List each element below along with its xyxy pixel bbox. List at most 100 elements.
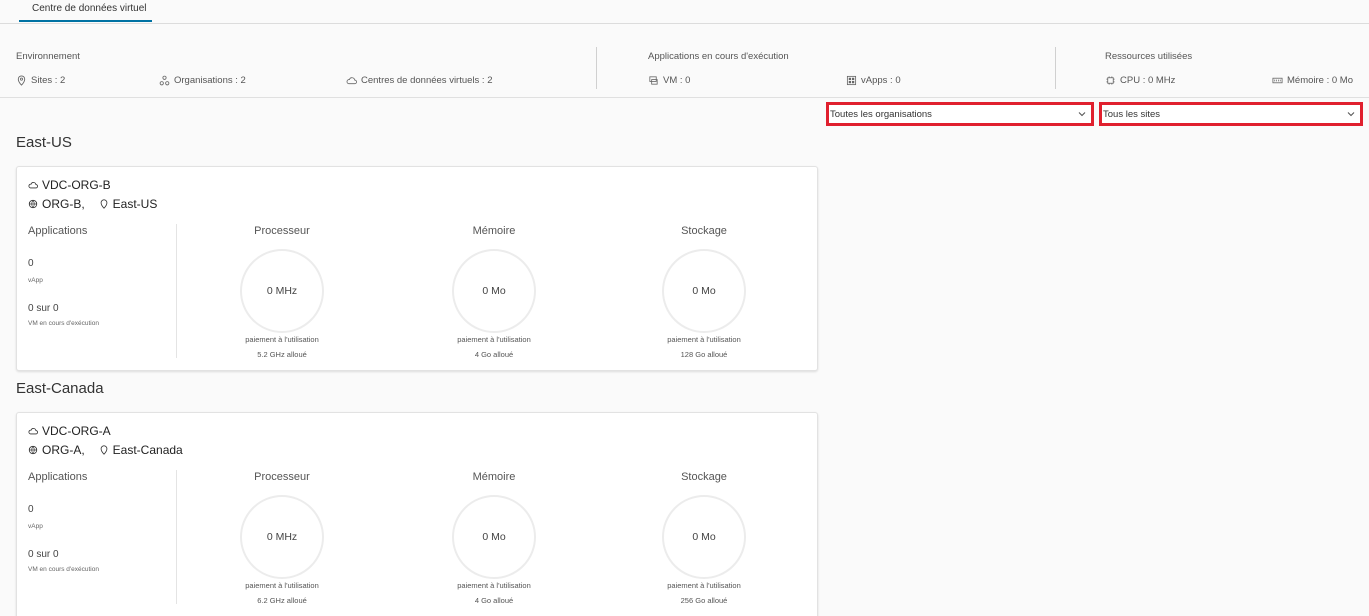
memory-usage: Mémoire : 0 Mo xyxy=(1272,75,1353,86)
memory-label: Mémoire : 0 Mo xyxy=(1287,75,1353,86)
memory-metric: Mémoire 0 Mo paiement à l'utilisation 4 … xyxy=(424,471,564,605)
vdc-name[interactable]: VDC-ORG-B xyxy=(28,178,111,192)
vapp-count: 0 xyxy=(28,258,34,269)
allocated-value: 5.2 GHz alloué xyxy=(257,350,307,359)
gauge-value: 0 Mo xyxy=(692,285,716,297)
storage-metric: Stockage 0 Mo paiement à l'utilisation 2… xyxy=(634,471,774,605)
applications-title: Applications xyxy=(28,471,88,483)
billing-model: paiement à l'utilisation xyxy=(457,581,531,590)
summary-divider-1 xyxy=(596,47,597,89)
card-divider xyxy=(176,224,177,358)
site-filter-value: Tous les sites xyxy=(1103,108,1161,120)
storage-gauge: 0 Mo xyxy=(662,249,746,333)
vdc-name-label: VDC-ORG-B xyxy=(42,178,111,192)
cpu-gauge: 0 MHz xyxy=(240,249,324,333)
cpu-icon xyxy=(1106,76,1115,85)
vdc-site-label: East-Canada xyxy=(112,443,183,457)
gauge-value: 0 Mo xyxy=(692,531,716,543)
cpu-usage: CPU : 0 MHz xyxy=(1105,75,1175,86)
billing-model: paiement à l'utilisation xyxy=(245,581,319,590)
vdc-name-label: VDC-ORG-A xyxy=(42,424,111,438)
tab-bar: Centre de données virtuel xyxy=(0,0,1369,24)
location-pin-icon xyxy=(100,445,108,455)
cloud-icon xyxy=(28,428,38,435)
vm-count: VM : 0 xyxy=(648,75,690,86)
running-apps-title: Applications en cours d'exécution xyxy=(648,51,789,62)
vm-running-count: 0 sur 0 xyxy=(28,303,59,314)
region-title: East-Canada xyxy=(16,380,104,397)
vm-label: VM : 0 xyxy=(663,75,691,86)
gauge-value: 0 Mo xyxy=(482,285,506,297)
vdc-card[interactable]: VDC-ORG-B ORG-B, East-US Applications 0 … xyxy=(16,166,818,371)
location-pin-icon xyxy=(17,75,26,86)
location-pin-icon xyxy=(100,199,108,209)
globe-icon xyxy=(28,199,38,209)
vm-icon xyxy=(649,76,658,85)
gauge-value: 0 Mo xyxy=(482,531,506,543)
billing-model: paiement à l'utilisation xyxy=(245,335,319,344)
gauge-value: 0 MHz xyxy=(266,285,298,297)
vm-running-label: VM en cours d'exécution xyxy=(28,320,99,327)
vdc-site-label: East-US xyxy=(112,197,158,211)
vdc-org-label: ORG-B, xyxy=(42,197,85,211)
billing-model: paiement à l'utilisation xyxy=(667,581,741,590)
chevron-down-icon xyxy=(1347,112,1355,117)
vdc-meta: ORG-B, East-US xyxy=(28,197,157,211)
vapp-icon xyxy=(846,75,857,86)
cpu-metric: Processeur 0 MHz paiement à l'utilisatio… xyxy=(212,225,352,359)
chevron-down-icon xyxy=(1078,112,1086,117)
sites-count: Sites : 2 xyxy=(16,75,65,86)
applications-title: Applications xyxy=(28,225,88,237)
vdcs-count: Centres de données virtuels : 2 xyxy=(346,75,493,86)
memory-gauge: 0 Mo xyxy=(452,495,536,579)
storage-gauge: 0 Mo xyxy=(662,495,746,579)
cpu-metric: Processeur 0 MHz paiement à l'utilisatio… xyxy=(212,471,352,605)
allocated-value: 4 Go alloué xyxy=(474,596,514,605)
vdcs-label: Centres de données virtuels : 2 xyxy=(361,75,493,86)
cloud-icon xyxy=(28,182,38,189)
vapp-count: 0 xyxy=(28,504,34,515)
vm-running-label: VM en cours d'exécution xyxy=(28,566,99,573)
vdc-card[interactable]: VDC-ORG-A ORG-A, East-Canada Application… xyxy=(16,412,818,616)
vm-running-count: 0 sur 0 xyxy=(28,549,59,560)
storage-metric: Stockage 0 Mo paiement à l'utilisation 1… xyxy=(634,225,774,359)
vapps-label: vApps : 0 xyxy=(861,75,901,86)
organizations-label: Organisations : 2 xyxy=(174,75,246,86)
cpu-gauge: 0 MHz xyxy=(240,495,324,579)
metric-title: Mémoire xyxy=(472,471,516,483)
billing-model: paiement à l'utilisation xyxy=(667,335,741,344)
sites-label: Sites : 2 xyxy=(31,75,66,86)
organization-filter-select[interactable]: Toutes les organisations xyxy=(826,102,1094,126)
environment-title: Environnement xyxy=(16,51,80,62)
vdc-meta: ORG-A, East-Canada xyxy=(28,443,183,457)
vdc-name[interactable]: VDC-ORG-A xyxy=(28,424,111,438)
metric-title: Stockage xyxy=(681,225,727,237)
organization-icon xyxy=(159,75,170,86)
metric-title: Processeur xyxy=(254,225,310,237)
memory-metric: Mémoire 0 Mo paiement à l'utilisation 4 … xyxy=(424,225,564,359)
metric-title: Stockage xyxy=(681,471,727,483)
cloud-icon xyxy=(346,77,357,85)
organization-filter-value: Toutes les organisations xyxy=(830,108,932,120)
site-filter-select[interactable]: Tous les sites xyxy=(1099,102,1363,126)
allocated-value: 6.2 GHz alloué xyxy=(257,596,307,605)
memory-gauge: 0 Mo xyxy=(452,249,536,333)
organizations-count: Organisations : 2 xyxy=(159,75,246,86)
metric-title: Mémoire xyxy=(472,225,516,237)
allocated-value: 256 Go alloué xyxy=(680,596,728,605)
vdc-org-label: ORG-A, xyxy=(42,443,85,457)
billing-model: paiement à l'utilisation xyxy=(457,335,531,344)
memory-icon xyxy=(1272,77,1283,84)
allocated-value: 4 Go alloué xyxy=(474,350,514,359)
allocated-value: 128 Go alloué xyxy=(680,350,728,359)
globe-icon xyxy=(28,445,38,455)
summary-divider-2 xyxy=(1055,47,1056,89)
tab-virtual-datacenter[interactable]: Centre de données virtuel xyxy=(19,3,152,22)
metric-title: Processeur xyxy=(254,471,310,483)
resources-title: Ressources utilisées xyxy=(1105,51,1193,62)
card-divider xyxy=(176,470,177,604)
vapp-label: vApp xyxy=(28,523,43,530)
cpu-label: CPU : 0 MHz xyxy=(1120,75,1176,86)
vapps-count: vApps : 0 xyxy=(846,75,901,86)
region-title: East-US xyxy=(16,134,72,151)
